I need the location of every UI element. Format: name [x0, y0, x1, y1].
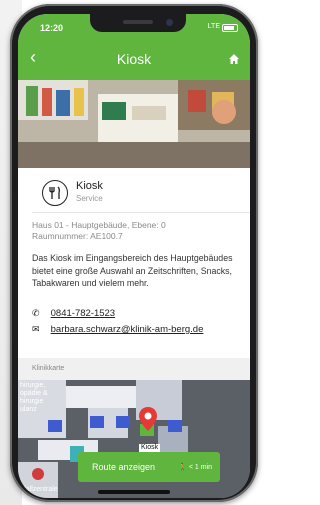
location-pin-icon[interactable] — [138, 406, 158, 437]
map-section-label: Klinikkarte — [32, 365, 65, 372]
email-row[interactable]: ✉ barbara.schwarz@klinik-am-berg.de — [32, 324, 203, 335]
network-indicator: LTE — [207, 23, 220, 30]
map-area-line: opädie & — [20, 390, 48, 397]
location-info: Haus 01 - Hauptgebäude, Ebene: 0 Raumnum… — [32, 220, 166, 242]
map-area-line: hirurgie — [20, 398, 44, 405]
email-link[interactable]: barbara.schwarz@klinik-am-berg.de — [51, 324, 204, 335]
map-area-line: ulanz — [20, 406, 37, 413]
map-area-line: hirurgie, — [20, 382, 46, 389]
battery-icon — [222, 24, 238, 32]
route-time-value: < 1 min — [188, 464, 212, 471]
map-section-header: Klinikkarte — [18, 358, 250, 380]
bottom-map-label: otfallzentrale — [18, 486, 58, 493]
page-title: Kiosk — [116, 51, 152, 67]
home-indicator[interactable] — [98, 490, 170, 494]
route-button-label: Route anzeigen — [92, 462, 156, 472]
clinic-map[interactable]: hirurgie, opädie & hirurgie ulanz Kiosk … — [18, 380, 250, 498]
location-room: Raumnummer: AE100.7 — [32, 231, 123, 241]
route-button[interactable]: Route anzeigen 🚶 < 1 min — [78, 452, 220, 482]
phone-screen: 12:20 LTE ‹ Kiosk Kiosk Service Haus 01 … — [18, 14, 250, 498]
notch — [90, 14, 186, 32]
marker-label: Kiosk — [139, 444, 161, 452]
divider — [32, 212, 250, 213]
kiosk-icon — [42, 180, 68, 206]
location-building: Haus 01 - Hauptgebäude, Ebene: 0 — [32, 220, 166, 230]
map-area-label: hirurgie, opädie & hirurgie ulanz — [20, 382, 48, 414]
email-icon: ✉ — [32, 324, 40, 334]
phone-link[interactable]: 0841-782-1523 — [51, 308, 115, 319]
walk-icon: 🚶 — [178, 464, 187, 471]
camera — [166, 19, 173, 26]
phone-row[interactable]: ✆ 0841-782-1523 — [32, 308, 115, 319]
phone-icon: ✆ — [32, 308, 40, 318]
speaker — [123, 20, 153, 24]
place-name: Kiosk — [76, 180, 103, 192]
place-description: Das Kiosk im Eingangsbereich des Hauptge… — [32, 253, 233, 288]
hero-image — [18, 80, 250, 168]
home-icon[interactable] — [228, 52, 240, 70]
status-time: 12:20 — [40, 23, 64, 33]
place-category: Service — [76, 194, 103, 203]
route-time: 🚶 < 1 min — [178, 463, 212, 471]
nav-bar: ‹ Kiosk — [18, 40, 250, 80]
place-info: Kiosk Service Haus 01 - Hauptgebäude, Eb… — [18, 168, 250, 358]
